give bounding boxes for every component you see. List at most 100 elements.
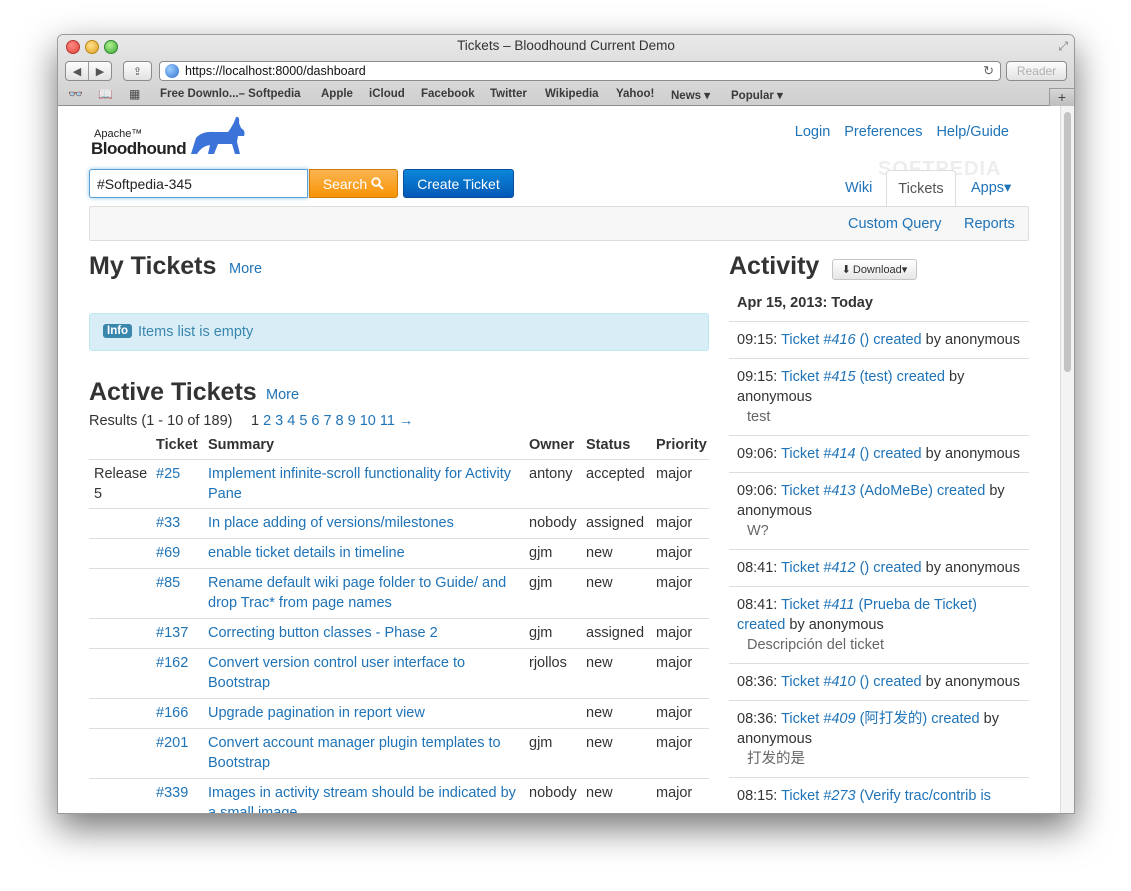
ticket-id-link[interactable]: #25	[156, 464, 180, 484]
ticket-summary-link[interactable]: Upgrade pagination in report view	[208, 703, 523, 723]
back-button[interactable]: ◀	[66, 65, 88, 78]
ticket-id-link[interactable]: #69	[156, 543, 180, 563]
bookmark-item[interactable]: Wikipedia	[545, 88, 599, 100]
tab-wiki[interactable]: Wiki	[845, 170, 872, 206]
col-priority-header[interactable]: Priority	[656, 435, 707, 455]
page-link[interactable]: 10	[360, 413, 376, 429]
page-link[interactable]: 2	[263, 413, 271, 429]
activity-time: 09:06:	[737, 483, 778, 499]
page-link[interactable]: 3	[275, 413, 283, 429]
pagination: 1 2 3 4 5 6 7 8 9 10 11 →	[251, 413, 417, 429]
ticket-id-link[interactable]: #85	[156, 573, 180, 593]
help-guide-link[interactable]: Help/Guide	[936, 124, 1009, 140]
activity-author: by anonymous	[921, 674, 1020, 690]
activity-time: 08:36:	[737, 711, 778, 727]
reports-link[interactable]: Reports	[964, 216, 1015, 232]
download-dropdown-button[interactable]: ⬇ Download▾	[832, 259, 917, 280]
ticket-summary-link[interactable]: Implement infinite-scroll functionality …	[208, 464, 523, 504]
vertical-scrollbar[interactable]	[1060, 106, 1074, 813]
bookmark-item[interactable]: Apple	[321, 88, 353, 100]
bookmark-item[interactable]: Yahoo!	[616, 88, 654, 100]
ticket-id-link[interactable]: #339	[156, 783, 188, 803]
ticket-owner: nobody	[529, 785, 577, 801]
activity-time: 08:41:	[737, 597, 778, 613]
ticket-id-link[interactable]: #162	[156, 653, 188, 673]
search-button[interactable]: Search	[309, 169, 398, 198]
next-page-arrow[interactable]: →	[399, 413, 414, 429]
col-ticket-header[interactable]: Ticket	[156, 435, 198, 455]
reload-icon[interactable]: ↻	[983, 63, 994, 79]
page-link[interactable]: 11	[380, 413, 395, 429]
activity-item: 08:36: Ticket #410 () created by anonymo…	[729, 664, 1029, 701]
custom-query-link[interactable]: Custom Query	[848, 216, 941, 232]
new-tab-button[interactable]: +	[1049, 88, 1074, 106]
ticket-summary-link[interactable]: enable ticket details in timeline	[208, 543, 523, 563]
page-link[interactable]: 7	[323, 413, 331, 429]
login-link[interactable]: Login	[795, 124, 830, 140]
page-link[interactable]: 4	[287, 413, 295, 429]
my-tickets-more-link[interactable]: More	[229, 261, 262, 277]
create-ticket-button[interactable]: Create Ticket	[403, 169, 514, 198]
activity-ticket-link[interactable]: Ticket #416 () created	[781, 332, 922, 348]
url-text[interactable]: https://localhost:8000/dashboard	[185, 64, 366, 78]
top-sites-grid-icon[interactable]: ▦	[129, 87, 140, 101]
ticket-summary-link[interactable]: Convert account manager plugin templates…	[208, 733, 523, 773]
ticket-owner: rjollos	[529, 655, 567, 671]
reader-button[interactable]: Reader	[1006, 61, 1067, 81]
search-input[interactable]: #Softpedia-345	[89, 169, 308, 198]
forward-button[interactable]: ▶	[89, 65, 111, 78]
activity-ticket-link[interactable]: Ticket #413 (AdoMeBe) created	[781, 483, 985, 499]
ticket-id-link[interactable]: #201	[156, 733, 188, 753]
ticket-summary-link[interactable]: Convert version control user interface t…	[208, 653, 523, 693]
ticket-summary-link[interactable]: In place adding of versions/milestones	[208, 513, 523, 533]
col-summary-header[interactable]: Summary	[208, 435, 523, 455]
logo-bloodhound-text[interactable]: Bloodhound	[91, 139, 187, 159]
ticket-owner: gjm	[529, 575, 553, 591]
tab-apps[interactable]: Apps▾	[971, 170, 1011, 206]
page-link[interactable]: 9	[348, 413, 356, 429]
fullscreen-icon[interactable]: ⤢	[1058, 39, 1068, 54]
info-badge: Info	[103, 324, 133, 338]
search-button-label: Search	[322, 175, 368, 192]
bookmark-item[interactable]: Free Downlo...– Softpedia	[160, 88, 301, 100]
ticket-summary-link[interactable]: Rename default wiki page folder to Guide…	[208, 573, 523, 613]
bookmark-item[interactable]: Popular ▾	[731, 88, 783, 102]
tab-tickets[interactable]: Tickets	[886, 170, 956, 207]
ticket-summary-link[interactable]: Images in activity stream should be indi…	[208, 783, 523, 813]
page-link[interactable]: 6	[311, 413, 319, 429]
activity-ticket-link[interactable]: Ticket #273 (Verify trac/contrib is	[781, 788, 991, 804]
page-link[interactable]: 8	[336, 413, 344, 429]
bookmark-item[interactable]: Facebook	[421, 88, 475, 100]
globe-icon	[165, 64, 179, 78]
activity-heading: Activity	[729, 252, 820, 280]
download-label: Download▾	[852, 264, 908, 276]
bookmark-item[interactable]: Twitter	[490, 88, 527, 100]
ticket-id-link[interactable]: #166	[156, 703, 188, 723]
top-links: Login Preferences Help/Guide	[781, 124, 1009, 140]
share-button[interactable]: ⇪	[123, 61, 152, 81]
ticket-id-link[interactable]: #33	[156, 513, 180, 533]
activity-ticket-link[interactable]: Ticket #415 (test) created	[781, 369, 945, 385]
bookmarks-book-icon[interactable]: 📖	[98, 87, 113, 101]
empty-info-alert: Info Items list is empty	[89, 313, 709, 351]
address-bar[interactable]: https://localhost:8000/dashboard ↻	[159, 61, 1001, 81]
activity-ticket-link[interactable]: Ticket #412 () created	[781, 560, 922, 576]
bookmark-item[interactable]: iCloud	[369, 88, 405, 100]
col-owner-header[interactable]: Owner	[529, 435, 574, 455]
preferences-link[interactable]: Preferences	[844, 124, 922, 140]
scrollbar-thumb[interactable]	[1064, 112, 1071, 372]
ticket-summary-link[interactable]: Correcting button classes - Phase 2	[208, 623, 523, 643]
col-status-header[interactable]: Status	[586, 435, 630, 455]
activity-time: 08:41:	[737, 560, 778, 576]
page-link[interactable]: 5	[299, 413, 307, 429]
bookmark-item[interactable]: News ▾	[671, 88, 710, 102]
activity-ticket-link[interactable]: Ticket #410 () created	[781, 674, 922, 690]
activity-ticket-link[interactable]: Ticket #409 (阿打发的) created	[781, 711, 980, 727]
ticket-id-link[interactable]: #137	[156, 623, 188, 643]
activity-detail: test	[747, 409, 771, 425]
reading-list-icon[interactable]: 👓	[68, 87, 83, 101]
results-count: Results (1 - 10 of 189)	[89, 413, 233, 429]
active-tickets-more-link[interactable]: More	[266, 387, 299, 403]
bloodhound-dog-logo-icon[interactable]	[188, 114, 248, 158]
activity-ticket-link[interactable]: Ticket #414 () created	[781, 446, 922, 462]
